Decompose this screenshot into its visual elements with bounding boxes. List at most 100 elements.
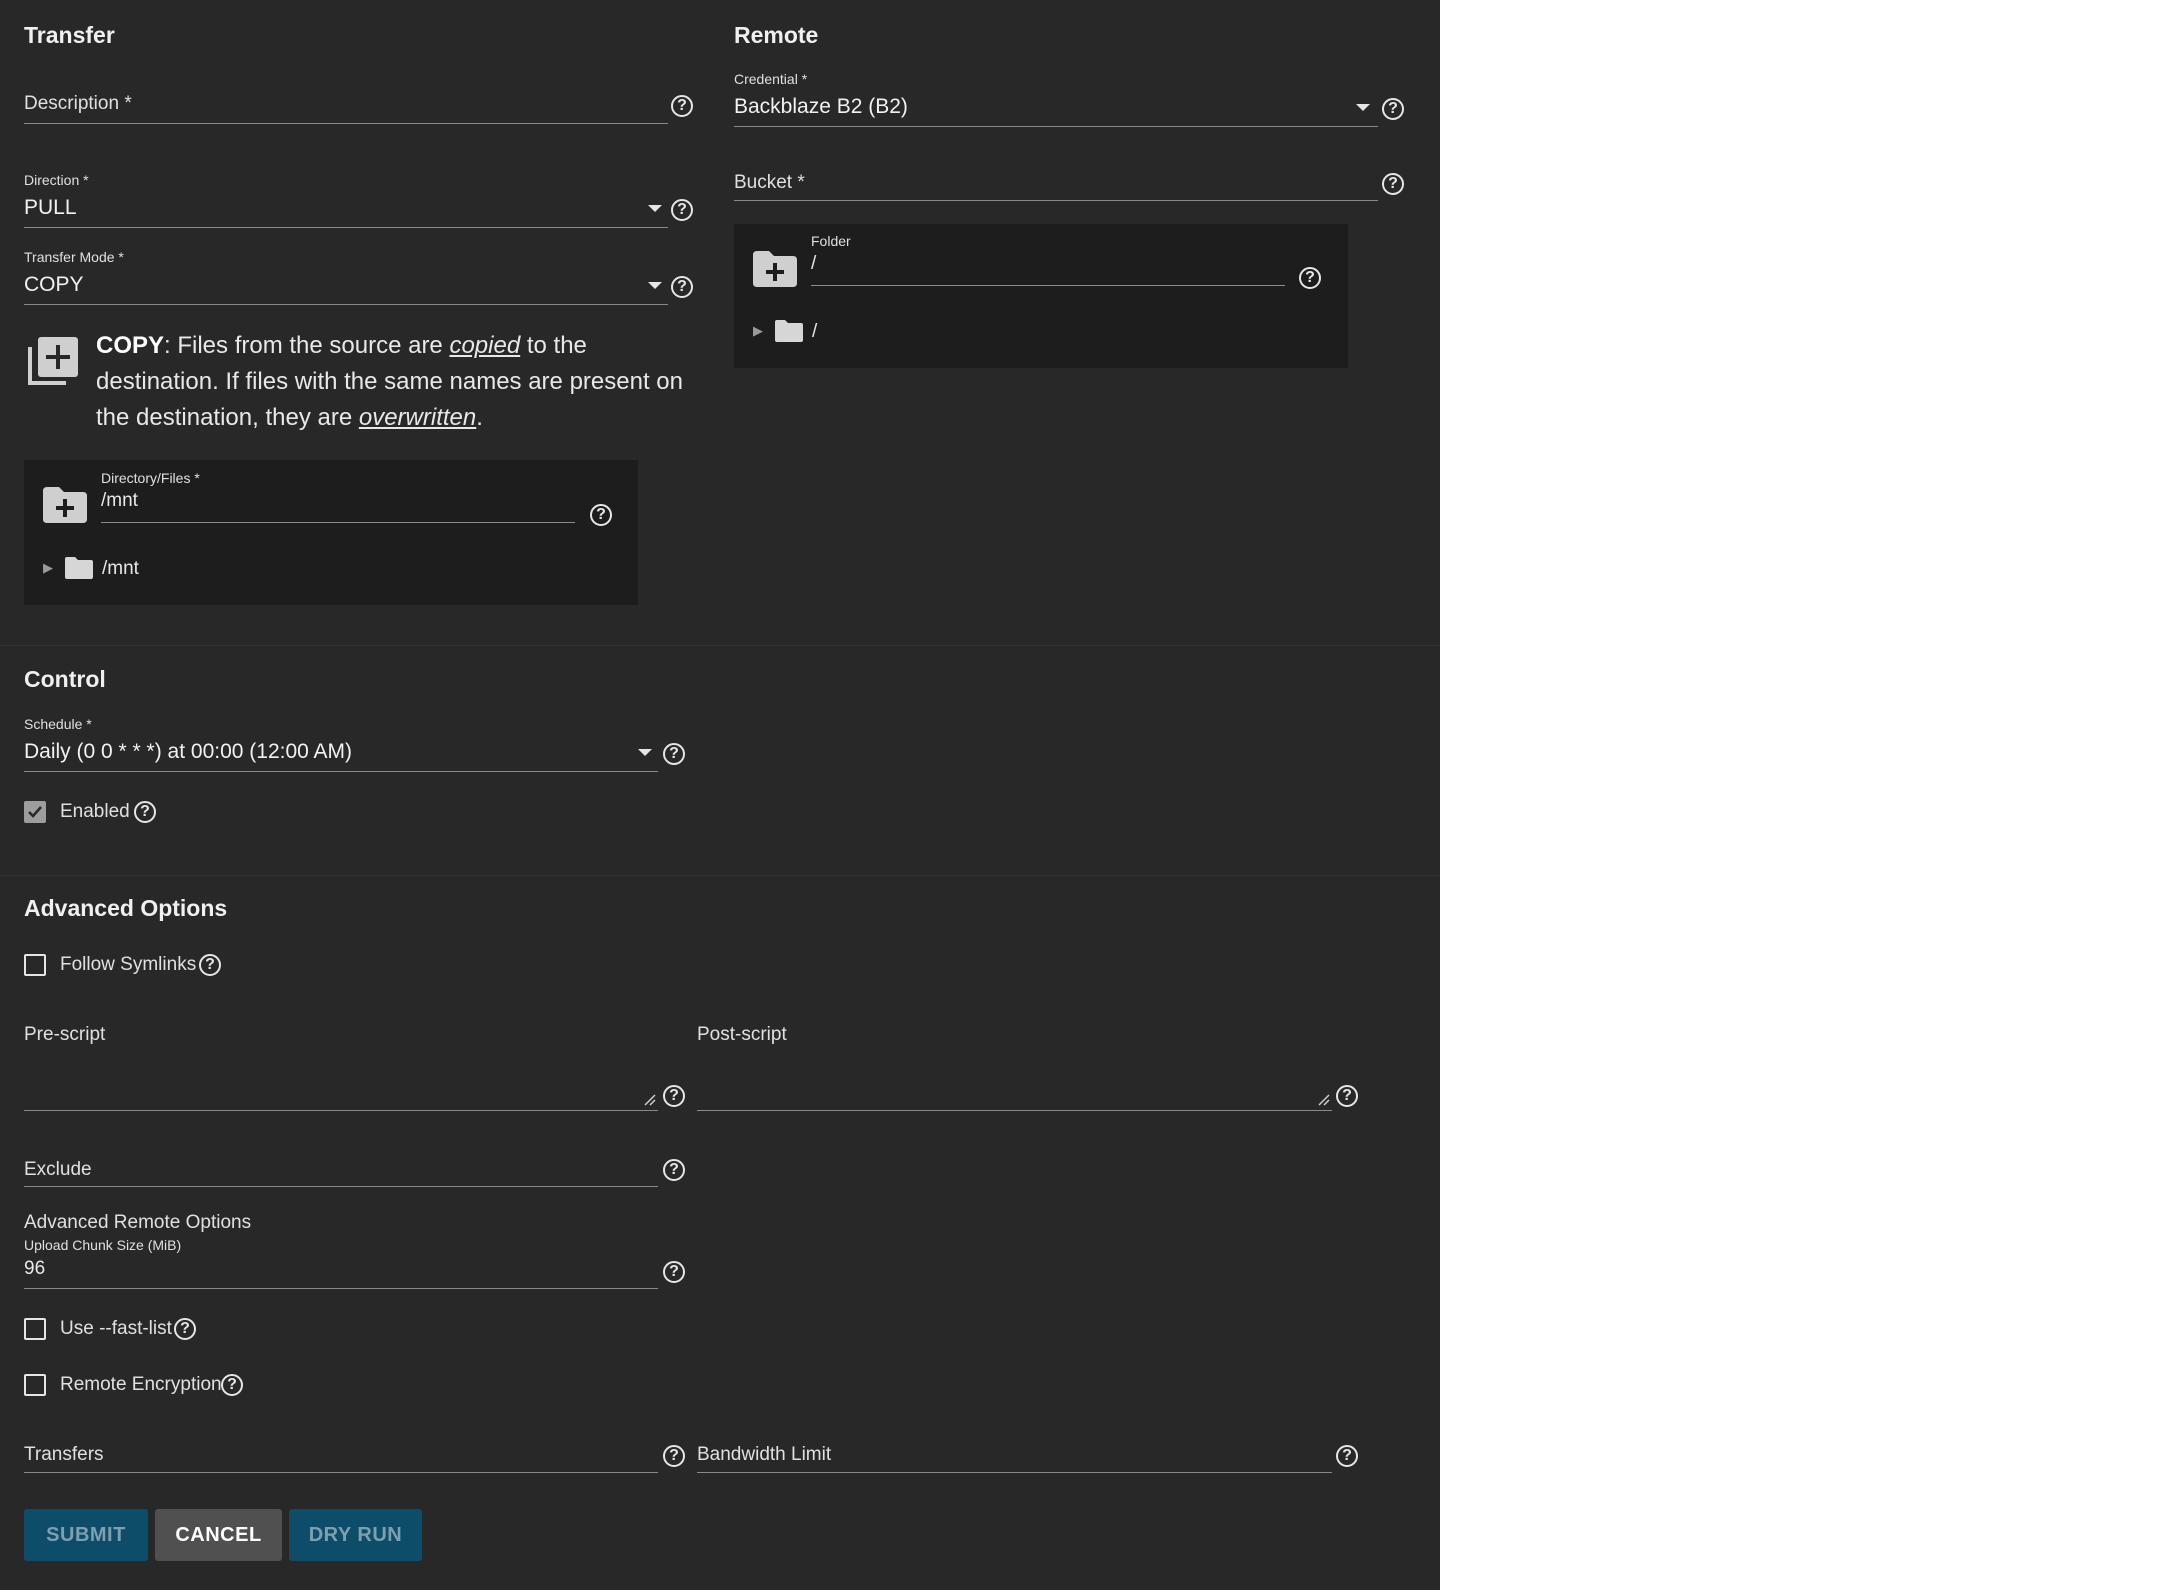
direction-value: PULL <box>24 196 77 219</box>
help-icon[interactable]: ? <box>671 95 693 117</box>
fast-list-label: Use --fast-list <box>60 1318 172 1339</box>
enabled-label: Enabled <box>60 801 130 822</box>
upload-chunk-size-value: 96 <box>24 1258 46 1279</box>
folder-icon <box>774 319 804 348</box>
enabled-checkbox[interactable] <box>24 801 46 823</box>
credential-value: Backblaze B2 (B2) <box>734 95 908 118</box>
caret-down-icon <box>648 282 662 289</box>
folder-tree-item[interactable]: / <box>812 321 817 343</box>
remote-section-title: Remote <box>734 22 819 48</box>
prescript-label: Pre-script <box>24 1024 106 1045</box>
help-icon[interactable]: ? <box>1336 1445 1358 1467</box>
resize-grip-icon[interactable] <box>642 1092 656 1106</box>
transfer-mode-value: COPY <box>24 273 84 296</box>
help-icon[interactable]: ? <box>663 1445 685 1467</box>
transfer-mode-select[interactable]: COPY <box>24 265 668 305</box>
follow-symlinks-checkbox[interactable] <box>24 954 46 976</box>
schedule-label: Schedule * <box>24 716 92 732</box>
upload-chunk-size-underline <box>24 1288 658 1289</box>
resize-grip-icon[interactable] <box>1316 1092 1330 1106</box>
transfers-underline <box>24 1472 658 1473</box>
mode-desc-bold: COPY <box>96 332 165 359</box>
help-icon[interactable]: ? <box>134 801 156 823</box>
folder-underline <box>811 285 1285 286</box>
help-icon[interactable]: ? <box>1299 267 1321 289</box>
caret-down-icon <box>648 205 662 212</box>
transfer-mode-underline <box>24 304 668 305</box>
dry-run-button[interactable]: DRY RUN <box>289 1509 422 1561</box>
exclude-underline <box>24 1186 658 1187</box>
tree-expand-arrow[interactable]: ▶ <box>43 560 53 576</box>
description-underline <box>24 123 668 124</box>
directory-files-input[interactable]: /mnt <box>101 486 575 516</box>
credential-underline <box>734 126 1378 127</box>
directory-explorer: Directory/Files * /mnt ? ▶ /mnt <box>24 460 638 605</box>
help-icon[interactable]: ? <box>671 199 693 221</box>
direction-select[interactable]: PULL <box>24 188 668 228</box>
prescript-underline <box>24 1110 658 1111</box>
help-icon[interactable]: ? <box>663 1085 685 1107</box>
directory-files-label: Directory/Files * <box>101 470 200 486</box>
transfers-input[interactable] <box>24 1436 658 1472</box>
cloud-sync-task-form: Transfer Description * ? Direction * PUL… <box>0 0 1440 1590</box>
section-divider <box>0 645 1440 646</box>
folder-label: Folder <box>811 233 851 249</box>
help-icon[interactable]: ? <box>174 1318 196 1340</box>
prescript-textarea[interactable] <box>24 1050 658 1110</box>
schedule-value: Daily (0 0 * * *) at 00:00 (12:00 AM) <box>24 740 352 763</box>
help-icon[interactable]: ? <box>199 954 221 976</box>
advanced-section-title: Advanced Options <box>24 895 228 921</box>
help-icon[interactable]: ? <box>671 276 693 298</box>
fast-list-checkbox[interactable] <box>24 1318 46 1340</box>
bucket-input[interactable] <box>734 166 1378 200</box>
folder-input[interactable]: / <box>811 249 1285 279</box>
bandwidth-limit-underline <box>697 1472 1332 1473</box>
folder-explorer: Folder / ? ▶ / <box>734 224 1348 368</box>
folder-plus-icon[interactable] <box>751 249 799 289</box>
help-icon[interactable]: ? <box>221 1374 243 1396</box>
help-icon[interactable]: ? <box>663 1159 685 1181</box>
help-icon[interactable]: ? <box>1336 1085 1358 1107</box>
help-icon[interactable]: ? <box>1382 98 1404 120</box>
bandwidth-limit-input[interactable] <box>697 1436 1332 1472</box>
section-divider <box>0 875 1440 876</box>
postscript-textarea[interactable] <box>697 1050 1332 1110</box>
mode-desc-emphasis-2: overwritten <box>358 404 477 431</box>
direction-underline <box>24 227 668 228</box>
tree-expand-arrow[interactable]: ▶ <box>753 323 763 339</box>
upload-chunk-size-input[interactable]: 96 <box>24 1253 658 1287</box>
schedule-select[interactable]: Daily (0 0 * * *) at 00:00 (12:00 AM) <box>24 732 658 772</box>
credential-label: Credential * <box>734 71 808 87</box>
direction-label: Direction * <box>24 172 89 188</box>
credential-select[interactable]: Backblaze B2 (B2) <box>734 87 1378 127</box>
description-input[interactable] <box>24 90 668 124</box>
directory-files-underline <box>101 522 575 523</box>
remote-encryption-label: Remote Encryption <box>60 1374 222 1395</box>
exclude-input[interactable] <box>24 1150 658 1186</box>
help-icon[interactable]: ? <box>663 1261 685 1283</box>
upload-chunk-size-label: Upload Chunk Size (MiB) <box>24 1237 182 1253</box>
transfer-mode-description: COPY: Files from the source are copied t… <box>96 328 696 436</box>
postscript-label: Post-script <box>697 1024 787 1045</box>
transfer-section-title: Transfer <box>24 22 115 48</box>
help-icon[interactable]: ? <box>1382 173 1404 195</box>
caret-down-icon <box>638 749 652 756</box>
advanced-remote-options-heading: Advanced Remote Options <box>24 1212 252 1233</box>
directory-tree-item[interactable]: /mnt <box>102 558 139 580</box>
cancel-button[interactable]: CANCEL <box>155 1509 282 1561</box>
help-icon[interactable]: ? <box>663 743 685 765</box>
mode-desc-emphasis-1: copied <box>449 332 521 359</box>
schedule-underline <box>24 771 658 772</box>
folder-value: / <box>811 253 817 274</box>
folder-plus-icon[interactable] <box>41 485 89 525</box>
help-icon[interactable]: ? <box>590 504 612 526</box>
caret-down-icon <box>1356 104 1370 111</box>
directory-files-value: /mnt <box>101 490 138 511</box>
folder-icon <box>64 556 94 585</box>
check-icon <box>28 806 42 818</box>
follow-symlinks-label: Follow Symlinks <box>60 954 197 975</box>
remote-encryption-checkbox[interactable] <box>24 1374 46 1396</box>
postscript-underline <box>697 1110 1332 1111</box>
submit-button[interactable]: SUBMIT <box>24 1509 148 1561</box>
mode-desc-text-1: : Files from the source are <box>164 332 450 359</box>
